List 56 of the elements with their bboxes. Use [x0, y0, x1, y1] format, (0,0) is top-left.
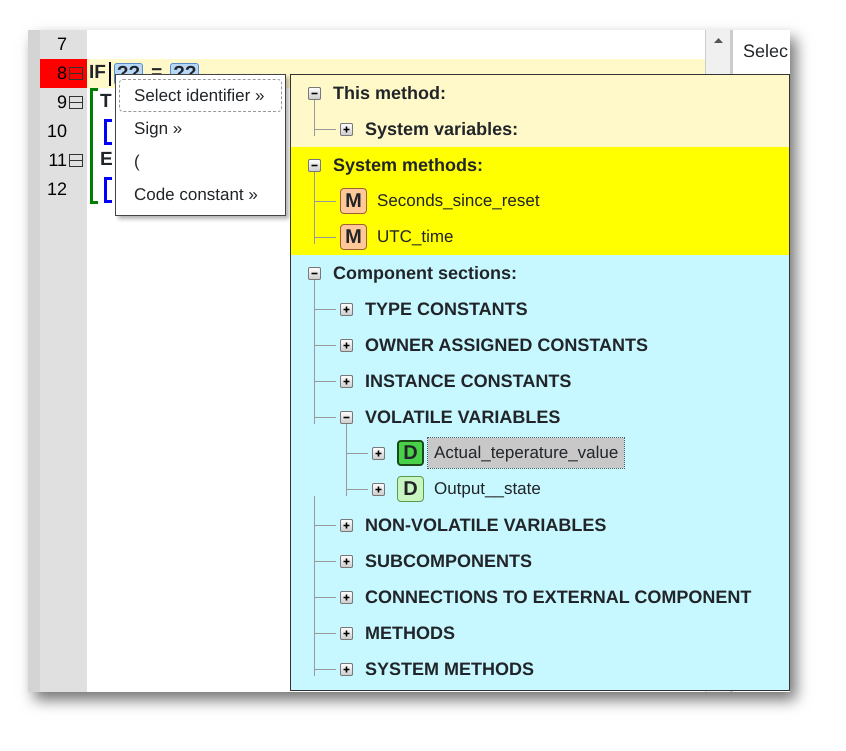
- tree-section-label[interactable]: System methods:: [333, 152, 484, 178]
- block-bracket: [104, 118, 112, 144]
- expand-icon[interactable]: [372, 446, 385, 460]
- block-bracket: [104, 176, 112, 202]
- tree-item[interactable]: Seconds_since_reset: [377, 188, 540, 214]
- expand-icon[interactable]: [340, 590, 353, 604]
- selected-data-badge: D: [397, 440, 424, 466]
- collapse-icon[interactable]: [308, 86, 321, 100]
- expand-icon[interactable]: [372, 482, 385, 496]
- collapse-icon[interactable]: [340, 410, 353, 424]
- keyword: IF: [88, 61, 106, 86]
- menu-item[interactable]: Select identifier »: [119, 79, 282, 112]
- tree-item[interactable]: SYSTEM METHODS: [365, 656, 534, 682]
- tree-item[interactable]: OWNER ASSIGNED CONSTANTS: [365, 332, 648, 358]
- line-number: 8: [56, 62, 68, 85]
- tree-item[interactable]: TYPE CONSTANTS: [365, 296, 528, 322]
- expand-icon[interactable]: [340, 338, 353, 352]
- tree-item[interactable]: INSTANCE CONSTANTS: [365, 368, 572, 394]
- tree-item[interactable]: NON-VOLATILE VARIABLES: [365, 512, 606, 538]
- expand-icon[interactable]: [340, 302, 353, 316]
- keyword: T: [100, 90, 112, 114]
- tree-item[interactable]: VOLATILE VARIABLES: [365, 404, 560, 430]
- expand-icon[interactable]: [340, 554, 353, 568]
- type-badge: D: [397, 476, 424, 502]
- line-number: 7: [56, 33, 68, 56]
- expand-icon[interactable]: [340, 374, 353, 388]
- menu-item[interactable]: Code constant »: [119, 178, 282, 211]
- expand-icon[interactable]: [340, 518, 353, 532]
- tree-item[interactable]: SUBCOMPONENTS: [365, 548, 532, 574]
- fold-icon[interactable]: [69, 154, 83, 167]
- type-badge: M: [340, 224, 367, 250]
- line-number: 9: [56, 91, 68, 114]
- tree-item[interactable]: METHODS: [365, 620, 455, 646]
- scroll-up-icon[interactable]: [714, 38, 722, 44]
- type-badge: M: [340, 188, 367, 214]
- tree-item[interactable]: System variables:: [365, 116, 518, 142]
- tree-item[interactable]: Actual_teperature_value: [428, 438, 624, 468]
- expand-icon[interactable]: [340, 122, 353, 136]
- menu-item[interactable]: (: [119, 145, 282, 178]
- menu-item[interactable]: Sign »: [119, 112, 282, 145]
- expand-icon[interactable]: [340, 662, 353, 676]
- tree-section-label[interactable]: Component sections:: [333, 260, 518, 286]
- tree-item[interactable]: CONNECTIONS TO EXTERNAL COMPONENT: [365, 584, 752, 610]
- collapse-icon[interactable]: [308, 158, 321, 172]
- expand-icon[interactable]: [340, 626, 353, 640]
- line-number: 11: [48, 149, 68, 172]
- tree-item[interactable]: Output__state: [434, 476, 541, 502]
- tree-item[interactable]: UTC_time: [377, 224, 454, 250]
- collapse-icon[interactable]: [308, 266, 321, 280]
- line-number: 10: [46, 120, 68, 143]
- keyword: E: [100, 148, 113, 172]
- line-number: 12: [46, 178, 68, 201]
- panel-label: Selec: [743, 41, 788, 61]
- tree-section-label[interactable]: This method:: [333, 80, 446, 106]
- fold-icon[interactable]: [69, 96, 83, 109]
- text-cursor: [108, 62, 111, 86]
